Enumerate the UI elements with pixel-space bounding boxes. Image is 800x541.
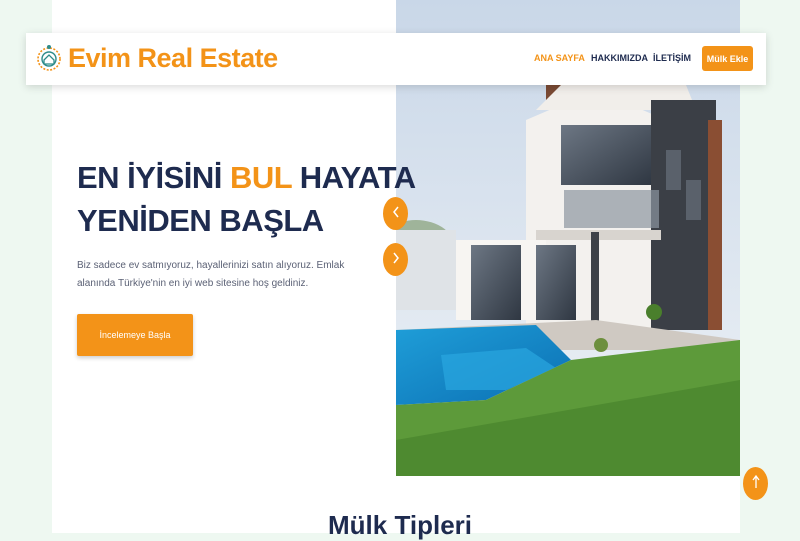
hero-title-part2: HAYATA [291, 160, 416, 195]
hero-description: Biz sadece ev satmıyoruz, hayallerinizi … [77, 260, 345, 289]
carousel-prev-button[interactable] [383, 197, 408, 230]
chevron-left-icon [391, 205, 401, 222]
nav-link-contact[interactable]: İLETİŞİM [653, 53, 691, 63]
nav-link-home[interactable]: ANA SAYFA [534, 53, 585, 63]
hero-title-highlight: BUL [229, 160, 292, 195]
hero-title-line2: YENİDEN BAŞLA [77, 203, 324, 238]
section-title-property-types: Mülk Tipleri [328, 510, 472, 540]
chevron-right-icon [391, 251, 401, 268]
add-property-button[interactable]: Mülk Ekle [702, 46, 753, 71]
carousel-next-button[interactable] [383, 243, 408, 276]
top-navbar: Evim Real Estate ANA SAYFA HAKKIMIZDA İL… [26, 33, 766, 85]
logo-emblem-icon[interactable] [36, 41, 62, 77]
arrow-up-icon [751, 474, 761, 493]
explore-button[interactable]: İncelemeye Başla [77, 314, 193, 356]
nav-link-about[interactable]: HAKKIMIZDA [591, 53, 648, 63]
brand-name[interactable]: Evim Real Estate [68, 43, 278, 74]
hero-title: EN İYİSİNİ BUL HAYATA YENİDEN BAŞLA [77, 156, 416, 242]
hero-title-part1: EN İYİSİNİ [77, 160, 230, 195]
scroll-top-button[interactable] [743, 467, 768, 500]
